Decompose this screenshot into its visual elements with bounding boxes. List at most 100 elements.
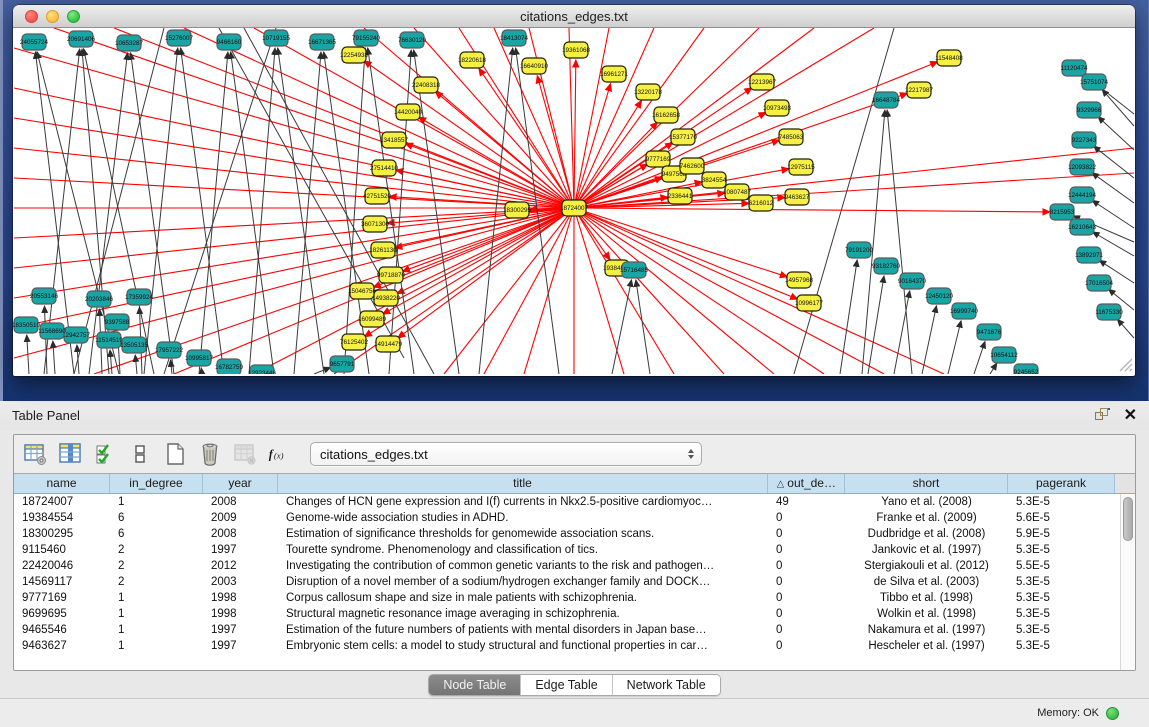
tab-node-table[interactable]: Node Table	[429, 675, 521, 695]
float-panel-icon[interactable]	[1095, 408, 1110, 423]
graph-node[interactable]: 9397588	[105, 314, 130, 330]
table-row[interactable]: 946554611997Estimation of the future num…	[14, 622, 1135, 638]
graph-node[interactable]: 12444194	[1068, 187, 1097, 203]
table-row[interactable]: 977716911998Corpus callosum shape and si…	[14, 590, 1135, 606]
network-canvas-svg[interactable]: 18724007 22408318 14420040 13418557 27514410…	[13, 28, 1135, 374]
graph-node[interactable]: 11120474	[1060, 60, 1088, 76]
delete-column-icon[interactable]	[197, 441, 223, 467]
column-header-title[interactable]: title	[278, 474, 768, 493]
column-header-outde[interactable]: △out_de…	[768, 474, 845, 493]
graph-node[interactable]: 15377170	[669, 129, 698, 145]
graph-node[interactable]: 16162658	[652, 107, 681, 123]
graph-node[interactable]: 22408318	[412, 77, 441, 93]
graph-node[interactable]: 18261130	[369, 242, 397, 258]
network-view-window[interactable]: citations_edges.txt 18724007 22408318 1442…	[13, 5, 1135, 376]
graph-node[interactable]: 13892971	[1075, 247, 1104, 263]
graph-node[interactable]: 3824554	[702, 172, 727, 188]
graph-node[interactable]: 13418557	[380, 132, 409, 148]
graph-node[interactable]: 14938220	[372, 290, 401, 306]
graph-node[interactable]: 20691406	[67, 31, 96, 47]
tab-network-table[interactable]: Network Table	[613, 675, 720, 695]
graph-node[interactable]: 9463627	[785, 189, 810, 205]
select-columns-icon[interactable]	[92, 441, 118, 467]
graph-node[interactable]: 6216012	[749, 195, 774, 211]
graph-node[interactable]: 17957222	[155, 342, 184, 358]
graph-node[interactable]: 18300295	[503, 202, 532, 218]
graph-node[interactable]: 16782759	[215, 359, 244, 374]
graph-node[interactable]: 10653287	[115, 35, 144, 51]
graph-node[interactable]: 19361068	[562, 42, 591, 58]
graph-node[interactable]: 18220618	[458, 52, 487, 68]
graph-node[interactable]: 12213967	[748, 74, 777, 90]
graph-node[interactable]: 16640910	[520, 58, 549, 74]
graph-node[interactable]: 10973493	[763, 100, 792, 116]
table-row[interactable]: 1872400712008Changes of HCN gene express…	[14, 494, 1135, 510]
graph-node[interactable]: 9777169	[646, 151, 671, 167]
graph-node[interactable]: 10654112	[990, 347, 1018, 363]
show-column-icon[interactable]	[57, 441, 83, 467]
new-column-icon[interactable]	[162, 441, 188, 467]
graph-node[interactable]: 7462600	[680, 158, 705, 174]
graph-node[interactable]: 76630120	[398, 32, 427, 48]
graph-node[interactable]: 10995817	[185, 350, 214, 366]
table-row[interactable]: 911546021997Tourette syndrome. Phenomeno…	[14, 542, 1135, 558]
graph-node[interactable]: 36071300	[361, 216, 390, 232]
table-row[interactable]: 969969511998Structural magnetic resonanc…	[14, 606, 1135, 622]
graph-node[interactable]: 12217987	[905, 82, 934, 98]
graph-node[interactable]: 12975115	[787, 159, 815, 175]
graph-node[interactable]: 9227343	[1072, 132, 1097, 148]
graph-node[interactable]: 9471676	[977, 324, 1002, 340]
table-row[interactable]: 946362711997Embryonic stem cells: a mode…	[14, 638, 1135, 654]
graph-node[interactable]: 12093822	[1068, 159, 1097, 175]
graph-node[interactable]: 2336441	[668, 188, 693, 204]
table-scrollbar[interactable]	[1120, 494, 1135, 671]
graph-node[interactable]: 17016504	[1085, 275, 1114, 291]
graph-node[interactable]: 16099489	[358, 311, 387, 327]
graph-node[interactable]: 13505135	[120, 337, 149, 353]
graph-node[interactable]: 24055724	[20, 34, 49, 50]
graph-node[interactable]: 12254938	[340, 47, 369, 63]
graph-node[interactable]: 16648784	[872, 92, 901, 108]
resize-grip-icon[interactable]	[1119, 358, 1133, 372]
graph-node[interactable]: 9245652	[1014, 364, 1039, 374]
graph-node[interactable]: 20553146	[30, 288, 59, 304]
column-header-name[interactable]: name	[14, 474, 110, 493]
table-row[interactable]: 1938455462009Genome-wide association stu…	[14, 510, 1135, 526]
column-header-year[interactable]: year	[203, 474, 278, 493]
graph-node[interactable]: 16210643	[1068, 219, 1097, 235]
graph-node[interactable]: 7485063	[779, 129, 804, 145]
graph-node[interactable]: 18350510	[13, 317, 40, 333]
table-row[interactable]: 1456911722003Disruption of a novel membe…	[14, 574, 1135, 590]
graph-node[interactable]: 76125402	[340, 334, 369, 350]
close-panel-icon[interactable]: ✕	[1124, 409, 1137, 423]
graph-node[interactable]: 27514410	[370, 160, 399, 176]
graph-node[interactable]: 8215953	[1050, 204, 1075, 220]
column-header-indegree[interactable]: in_degree	[110, 474, 203, 493]
table-row[interactable]: 1830029562008Estimation of significance …	[14, 526, 1135, 542]
graph-node[interactable]: 90164370	[898, 273, 927, 289]
graph-node[interactable]: 17359924	[125, 289, 154, 305]
graph-node[interactable]: 12450120	[925, 288, 954, 304]
tab-edge-table[interactable]: Edge Table	[521, 675, 612, 695]
graph-node[interactable]: 10719155	[262, 30, 291, 46]
graph-node[interactable]: 11568690	[38, 323, 66, 339]
graph-node[interactable]: 15716485	[620, 262, 649, 278]
graph-node[interactable]: 12923446	[248, 365, 277, 374]
graph-node[interactable]: 99718870	[377, 267, 406, 283]
graph-node[interactable]: 42751520	[363, 188, 392, 204]
graph-node[interactable]: 14957968	[785, 272, 814, 288]
network-window-titlebar[interactable]: citations_edges.txt	[13, 5, 1135, 28]
graph-node[interactable]: 93182760	[872, 258, 901, 274]
function-builder-icon[interactable]: f(x)	[267, 441, 293, 467]
table-selector-dropdown[interactable]: citations_edges.txt	[310, 442, 702, 466]
graph-node[interactable]: 9329966	[1077, 102, 1102, 118]
graph-node[interactable]: 14420040	[394, 104, 423, 120]
graph-node[interactable]: 18724007	[560, 200, 589, 216]
graph-node[interactable]: 18413074	[500, 30, 529, 46]
column-header-short[interactable]: short	[845, 474, 1008, 493]
graph-node[interactable]: 10807487	[723, 184, 752, 200]
graph-node[interactable]: 20203846	[85, 291, 114, 307]
graph-node[interactable]: 16999740	[950, 303, 979, 319]
graph-node[interactable]: 79191200	[845, 242, 874, 258]
network-canvas[interactable]: 18724007 22408318 14420040 13418557 27514410…	[13, 28, 1135, 374]
